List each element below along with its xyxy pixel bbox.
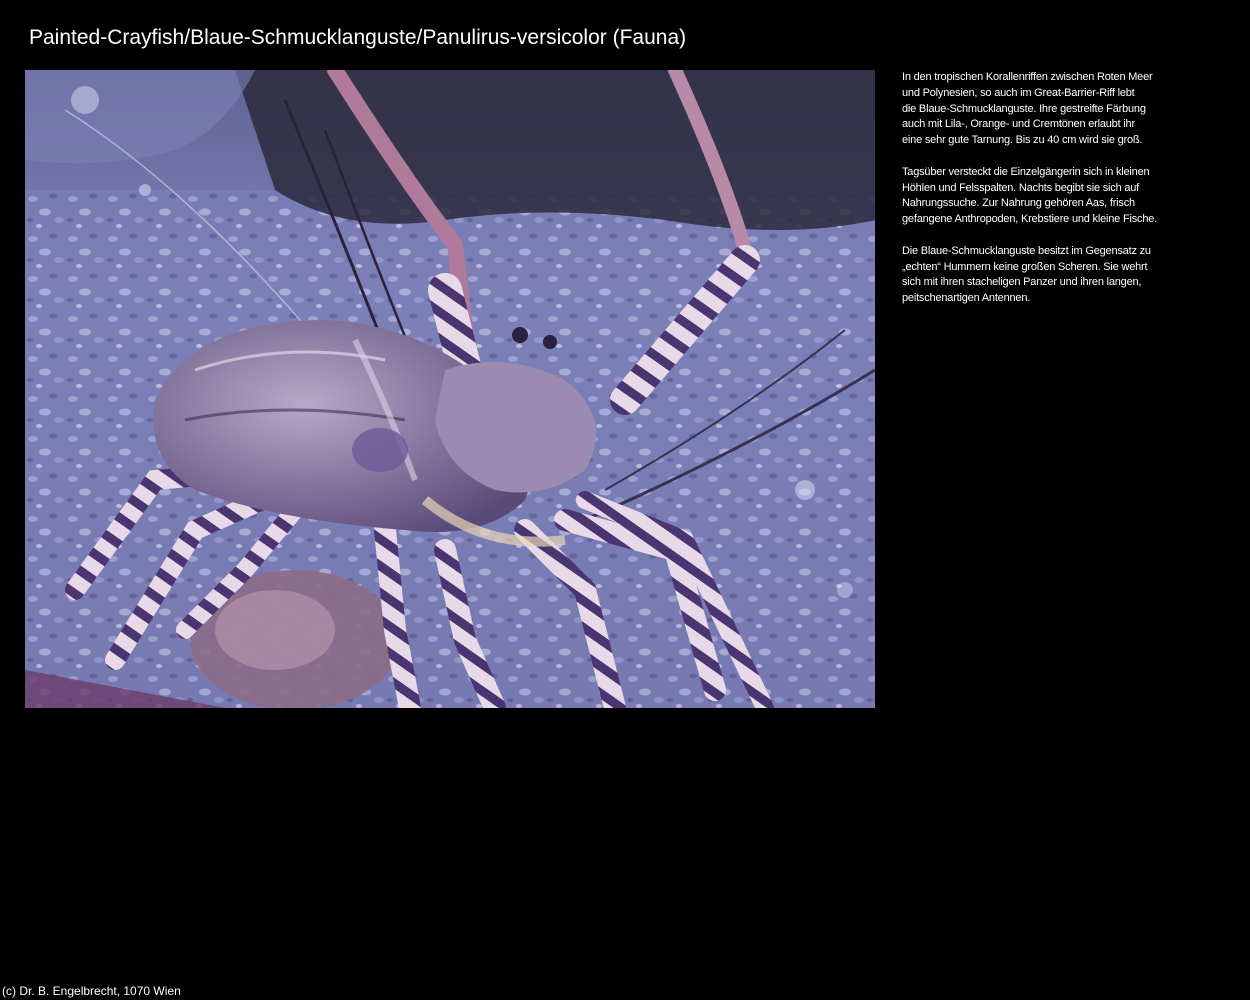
description-paragraph-3: Die Blaue-Schmucklanguste besitzt im Geg… — [902, 244, 1202, 307]
description-line: Nahrungssuche. Zur Nahrung gehören Aas, … — [902, 197, 1135, 210]
description-line: und Polynesien, so auch im Great-Barrier… — [902, 86, 1135, 99]
copyright-notice: (c) Dr. B. Engelbrecht, 1070 Wien — [2, 984, 181, 998]
description-line: Höhlen und Felsspalten. Nachts begibt si… — [902, 181, 1140, 194]
description-line: peitschenartigen Antennen. — [902, 292, 1031, 305]
lobster-photo — [25, 70, 875, 708]
description-line: sich mit ihren stacheligen Panzer und ih… — [902, 276, 1142, 289]
lobster-illustration — [25, 70, 875, 708]
description-text: In den tropischen Korallenriffen zwische… — [902, 70, 1202, 323]
description-paragraph-2: Tagsüber versteckt die Einzelgängerin si… — [902, 165, 1202, 228]
description-line: Tagsüber versteckt die Einzelgängerin si… — [902, 165, 1150, 178]
description-line: eine sehr gute Tarnung. Bis zu 40 cm wir… — [902, 134, 1143, 147]
page-title: Painted-Crayfish/Blaue-Schmucklanguste/P… — [29, 26, 687, 49]
description-line: „echten“ Hummern keine großen Scheren. S… — [902, 260, 1148, 273]
description-line: auch mit Lila-, Orange- und Cremtönen er… — [902, 118, 1135, 131]
description-line: gefangene Anthropoden, Krebstiere und kl… — [902, 213, 1158, 226]
description-line: Die Blaue-Schmucklanguste besitzt im Geg… — [902, 244, 1151, 257]
description-line: In den tropischen Korallenriffen zwische… — [902, 71, 1153, 83]
description-line: die Blaue-Schmucklanguste. Ihre gestreif… — [902, 102, 1146, 115]
description-paragraph-1: In den tropischen Korallenriffen zwische… — [902, 70, 1202, 149]
